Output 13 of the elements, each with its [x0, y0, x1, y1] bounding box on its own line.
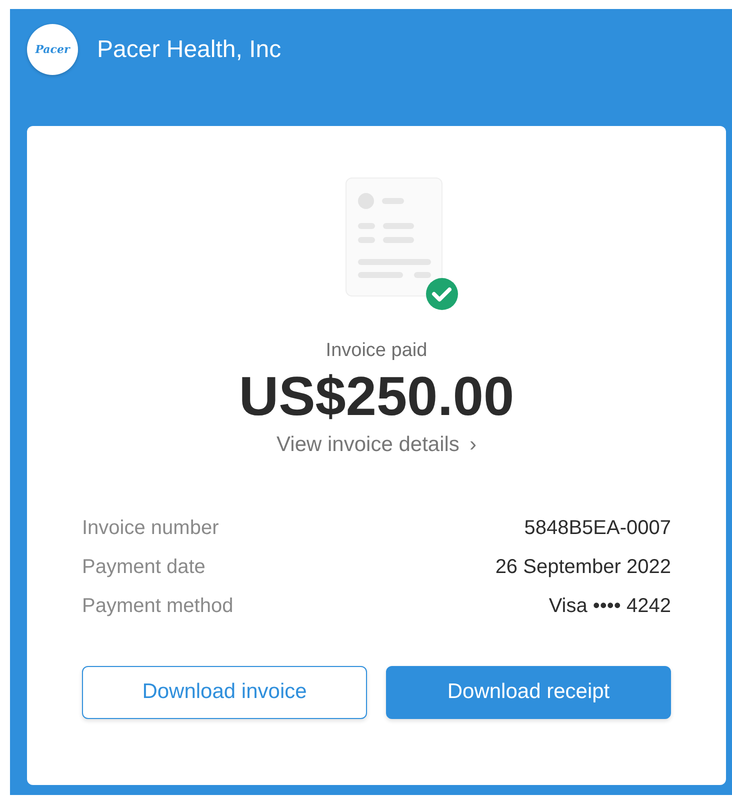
logo: Pacer: [27, 24, 78, 75]
status-label: Invoice paid: [326, 340, 428, 362]
detail-value: Visa •••• 4242: [548, 594, 671, 618]
download-receipt-button[interactable]: Download receipt: [386, 666, 671, 718]
detail-label: Payment date: [82, 554, 206, 580]
download-invoice-button[interactable]: Download invoice: [82, 666, 367, 718]
detail-label: Payment method: [82, 594, 234, 618]
detail-label: Invoice number: [82, 516, 219, 540]
amount: US$250.00: [238, 366, 514, 426]
view-details-link[interactable]: View invoice details ›: [276, 432, 476, 456]
detail-value: 26 September 2022: [495, 554, 671, 580]
company-name: Pacer Health, Inc: [97, 36, 282, 64]
detail-value: 5848B5EA-0007: [524, 516, 671, 540]
